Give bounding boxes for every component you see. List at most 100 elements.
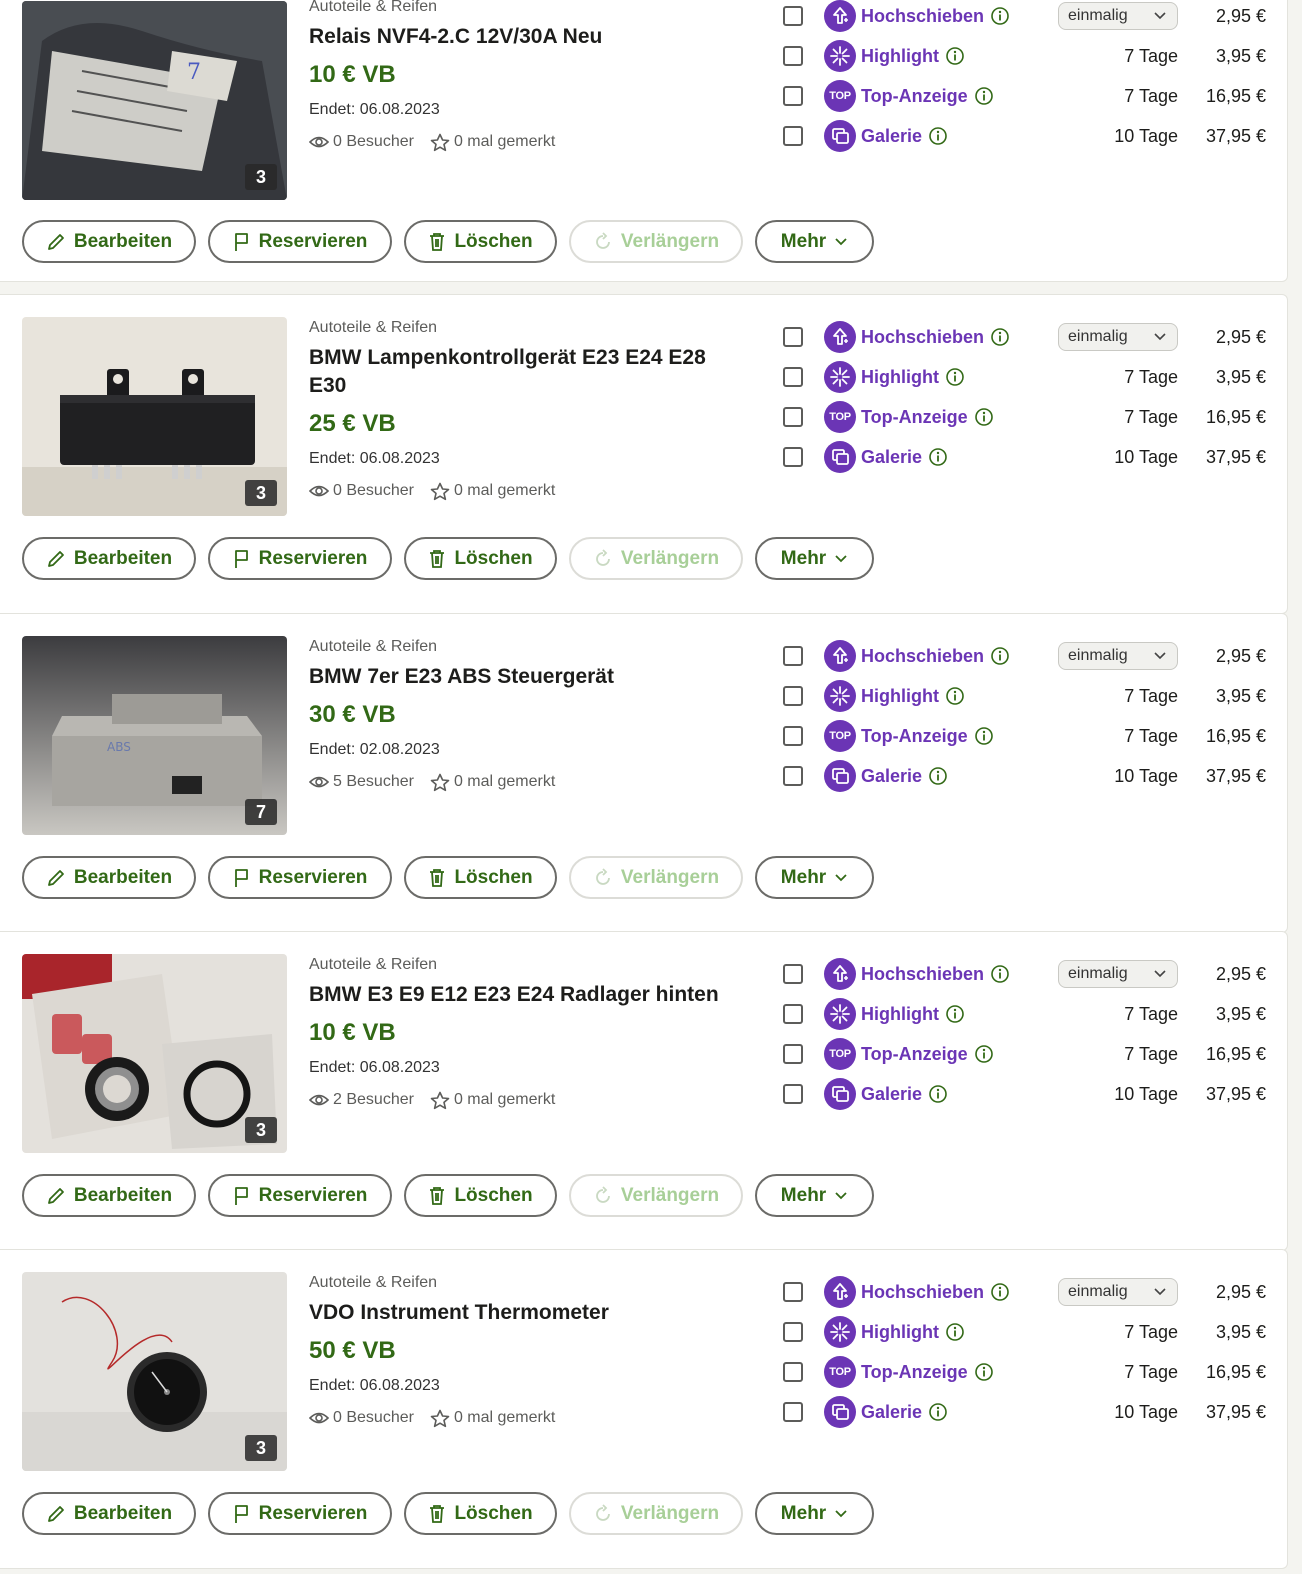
frequency-select[interactable]: einmalig	[1058, 960, 1178, 988]
listing-image[interactable]: ABS 7	[22, 636, 287, 835]
feature-fee: 16,95 €	[1205, 85, 1266, 106]
listing-image[interactable]: 3	[22, 954, 287, 1153]
feature-checkbox[interactable]	[783, 407, 803, 427]
listing-image[interactable]: 3	[22, 317, 287, 516]
feature-fee: 2,95 €	[1215, 963, 1266, 984]
info-icon[interactable]	[928, 766, 948, 786]
feature-checkbox[interactable]	[783, 964, 803, 984]
feature-checkbox[interactable]	[783, 447, 803, 467]
info-icon[interactable]	[945, 686, 965, 706]
feature-checkbox[interactable]	[783, 726, 803, 746]
feature-checkbox[interactable]	[783, 686, 803, 706]
watch-count: 0 mal gemerkt	[430, 132, 555, 152]
info-icon[interactable]	[990, 6, 1010, 26]
listing-image[interactable]: 7 3	[22, 1, 287, 200]
more-button[interactable]: Mehr	[755, 856, 874, 899]
feature-row-highlight: Highlight 7 Tage 3,95 €	[783, 997, 1273, 1031]
extend-button[interactable]: Verlängern	[569, 1174, 743, 1217]
info-icon[interactable]	[974, 1044, 994, 1064]
feature-checkbox[interactable]	[783, 646, 803, 666]
feature-checkbox[interactable]	[783, 1004, 803, 1024]
gallery-icon	[824, 120, 856, 152]
info-icon[interactable]	[974, 407, 994, 427]
more-button[interactable]: Mehr	[755, 1174, 874, 1217]
info-icon[interactable]	[928, 1084, 948, 1104]
feature-row-top-anzeige: TOP Top-Anzeige 7 Tage 16,95 €	[783, 79, 1273, 113]
edit-button[interactable]: Bearbeiten	[22, 220, 196, 263]
listing-title[interactable]: BMW Lampenkontrollgerät E23 E24 E28 E30	[309, 344, 729, 400]
feature-checkbox[interactable]	[783, 86, 803, 106]
edit-button[interactable]: Bearbeiten	[22, 1174, 196, 1217]
info-icon[interactable]	[928, 447, 948, 467]
delete-button[interactable]: Löschen	[404, 220, 557, 263]
info-icon[interactable]	[990, 964, 1010, 984]
feature-row-galerie: Galerie 10 Tage 37,95 €	[783, 759, 1273, 793]
info-icon[interactable]	[945, 46, 965, 66]
feature-checkbox[interactable]	[783, 126, 803, 146]
info-icon[interactable]	[928, 1402, 948, 1422]
feature-checkbox[interactable]	[783, 6, 803, 26]
feature-name: Highlight	[861, 366, 939, 387]
info-icon[interactable]	[945, 1322, 965, 1342]
delete-button[interactable]: Löschen	[404, 1492, 557, 1535]
extend-button[interactable]: Verlängern	[569, 537, 743, 580]
info-icon[interactable]	[974, 86, 994, 106]
frequency-select[interactable]: einmalig	[1058, 642, 1178, 670]
frequency-select[interactable]: einmalig	[1058, 2, 1178, 30]
reserve-button[interactable]: Reservieren	[208, 1174, 392, 1217]
feature-fee: 16,95 €	[1205, 1043, 1266, 1064]
listing-title[interactable]: Relais NVF4-2.C 12V/30A Neu	[309, 23, 749, 51]
feature-fee: 2,95 €	[1215, 645, 1266, 666]
feature-checkbox[interactable]	[783, 1322, 803, 1342]
listing-price: 25 € VB	[309, 410, 396, 437]
edit-button[interactable]: Bearbeiten	[22, 856, 196, 899]
extend-button[interactable]: Verlängern	[569, 856, 743, 899]
listing-title[interactable]: BMW E3 E9 E12 E23 E24 Radlager hinten	[309, 981, 729, 1009]
feature-checkbox[interactable]	[783, 46, 803, 66]
reserve-button[interactable]: Reservieren	[208, 220, 392, 263]
delete-button[interactable]: Löschen	[404, 856, 557, 899]
edit-button[interactable]: Bearbeiten	[22, 1492, 196, 1535]
info-icon[interactable]	[928, 126, 948, 146]
delete-button[interactable]: Löschen	[404, 537, 557, 580]
frequency-select[interactable]: einmalig	[1058, 1278, 1178, 1306]
info-icon[interactable]	[990, 646, 1010, 666]
listing-category: Autoteile & Reifen	[309, 0, 438, 15]
feature-checkbox[interactable]	[783, 367, 803, 387]
feature-checkbox[interactable]	[783, 1044, 803, 1064]
info-icon[interactable]	[945, 367, 965, 387]
feature-name: Galerie	[861, 1083, 923, 1104]
edit-button[interactable]: Bearbeiten	[22, 537, 196, 580]
refresh-icon	[596, 867, 610, 885]
info-icon[interactable]	[945, 1004, 965, 1024]
feature-checkbox[interactable]	[783, 1282, 803, 1302]
listing-image[interactable]: 3	[22, 1272, 287, 1471]
sparkle-icon	[824, 361, 856, 393]
more-button[interactable]: Mehr	[755, 220, 874, 263]
info-icon[interactable]	[974, 1362, 994, 1382]
more-button[interactable]: Mehr	[755, 1492, 874, 1535]
refresh-icon	[596, 548, 610, 566]
extend-button[interactable]: Verlängern	[569, 220, 743, 263]
feature-row-galerie: Galerie 10 Tage 37,95 €	[783, 1395, 1273, 1429]
reserve-button[interactable]: Reservieren	[208, 537, 392, 580]
listing-title[interactable]: BMW 7er E23 ABS Steuergerät	[309, 663, 749, 691]
feature-checkbox[interactable]	[783, 1402, 803, 1422]
delete-button[interactable]: Löschen	[404, 1174, 557, 1217]
info-icon[interactable]	[974, 726, 994, 746]
reserve-button[interactable]: Reservieren	[208, 1492, 392, 1535]
feature-checkbox[interactable]	[783, 1084, 803, 1104]
feature-duration: 10 Tage	[1114, 1401, 1178, 1422]
listing-title[interactable]: VDO Instrument Thermometer	[309, 1299, 749, 1327]
feature-checkbox[interactable]	[783, 327, 803, 347]
extend-button[interactable]: Verlängern	[569, 1492, 743, 1535]
star-icon	[430, 773, 450, 792]
feature-fee: 37,95 €	[1205, 125, 1266, 146]
feature-checkbox[interactable]	[783, 1362, 803, 1382]
more-button[interactable]: Mehr	[755, 537, 874, 580]
info-icon[interactable]	[990, 1282, 1010, 1302]
frequency-select[interactable]: einmalig	[1058, 323, 1178, 351]
feature-checkbox[interactable]	[783, 766, 803, 786]
reserve-button[interactable]: Reservieren	[208, 856, 392, 899]
info-icon[interactable]	[990, 327, 1010, 347]
